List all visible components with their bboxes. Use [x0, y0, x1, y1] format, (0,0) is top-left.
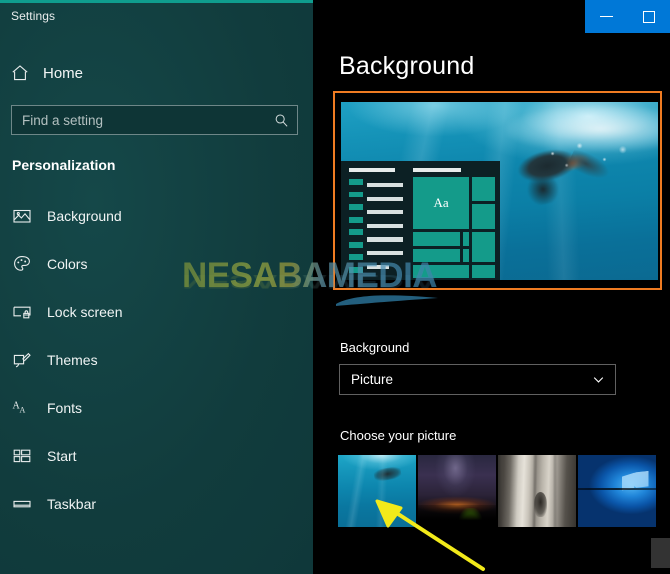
minimize-button[interactable]: [585, 0, 628, 33]
brush-icon: [12, 350, 32, 370]
app-title: Settings: [11, 9, 56, 23]
background-type-dropdown[interactable]: Picture: [339, 364, 616, 395]
sidebar-home-label: Home: [43, 64, 84, 82]
start-menu-tile-area: Aa: [412, 167, 495, 278]
sidebar-item-fonts[interactable]: A A Fonts: [0, 384, 313, 432]
sidebar-label-start: Start: [47, 448, 77, 464]
sidebar-label-lock-screen: Lock screen: [47, 304, 123, 320]
home-icon: [10, 63, 30, 83]
taskbar-icon: [12, 494, 32, 514]
sidebar-label-background: Background: [47, 208, 122, 224]
font-icon: A A: [12, 398, 32, 418]
minimize-icon: [599, 16, 613, 17]
thumbnail-underwater-diver[interactable]: [338, 455, 416, 527]
svg-text:A: A: [20, 406, 26, 415]
desktop-preview: Aa: [341, 102, 658, 280]
start-menu-tile: [472, 176, 495, 202]
sidebar-label-fonts: Fonts: [47, 400, 83, 416]
start-menu-tile-grid: Aa: [413, 176, 495, 278]
lock-screen-icon: [12, 302, 32, 322]
thumbnail-rock-texture[interactable]: [498, 455, 576, 527]
search-input[interactable]: [22, 112, 274, 128]
start-menu-tile: [413, 248, 460, 263]
start-menu-app-list: [348, 168, 403, 273]
titlebar-controls: [585, 0, 670, 33]
start-tiles-icon: [12, 446, 32, 466]
start-menu-tile: [462, 232, 470, 246]
search-icon[interactable]: [274, 113, 289, 128]
sidebar-item-taskbar[interactable]: Taskbar: [0, 480, 313, 528]
chevron-down-icon: [592, 373, 605, 386]
start-menu-tile: [472, 232, 495, 263]
sidebar-item-colors[interactable]: Colors: [0, 240, 313, 288]
start-menu-tile: [472, 265, 495, 278]
start-menu-tile: [413, 232, 460, 246]
sidebar-nav-list: Background Colors Lock screen Themes A A…: [0, 192, 313, 528]
sidebar-item-background[interactable]: Background: [0, 192, 313, 240]
sidebar-label-themes: Themes: [47, 352, 98, 368]
start-menu-tile-aa: Aa: [413, 176, 470, 230]
wallpaper-bubbles: [531, 137, 639, 177]
sidebar-category-title: Personalization: [12, 157, 116, 173]
start-menu-text-lines: [367, 182, 403, 269]
picture-thumbnail-row: [338, 455, 656, 527]
sidebar-item-start[interactable]: Start: [0, 432, 313, 480]
picture-icon: [12, 206, 32, 226]
start-menu-group-header: [413, 167, 461, 172]
sidebar-label-taskbar: Taskbar: [47, 496, 97, 512]
maximize-button[interactable]: [628, 0, 670, 33]
start-menu-tile: [413, 265, 470, 278]
main-content: Background Aa Background Picture Choose …: [313, 0, 670, 574]
palette-icon: [12, 254, 32, 274]
sidebar-label-colors: Colors: [47, 256, 88, 272]
start-menu-tile: [472, 204, 495, 230]
start-menu-preview: Aa: [341, 160, 500, 280]
background-type-value: Picture: [351, 372, 394, 387]
maximize-icon: [642, 10, 655, 23]
sidebar-item-lock-screen[interactable]: Lock screen: [0, 288, 313, 336]
sidebar-item-themes[interactable]: Themes: [0, 336, 313, 384]
page-title: Background: [339, 52, 475, 80]
window-accent-stripe: [0, 0, 313, 3]
start-menu-tile: [462, 248, 470, 263]
sidebar: Settings Home Personalization: [0, 0, 313, 574]
thumbnail-night-sky-tent[interactable]: [418, 455, 496, 527]
desktop-preview-highlight: Aa: [333, 91, 662, 290]
search-box[interactable]: [11, 105, 298, 135]
thumbnail-windows-logo[interactable]: [578, 455, 656, 527]
background-field-label: Background: [340, 340, 410, 355]
choose-picture-label: Choose your picture: [340, 428, 457, 443]
sidebar-item-home[interactable]: Home: [10, 58, 300, 88]
start-menu-icon-column: [348, 178, 363, 273]
settings-window: Settings Home Personalization: [0, 0, 670, 574]
start-menu-header-bar: [348, 168, 396, 173]
browse-button[interactable]: Browse: [651, 538, 670, 568]
